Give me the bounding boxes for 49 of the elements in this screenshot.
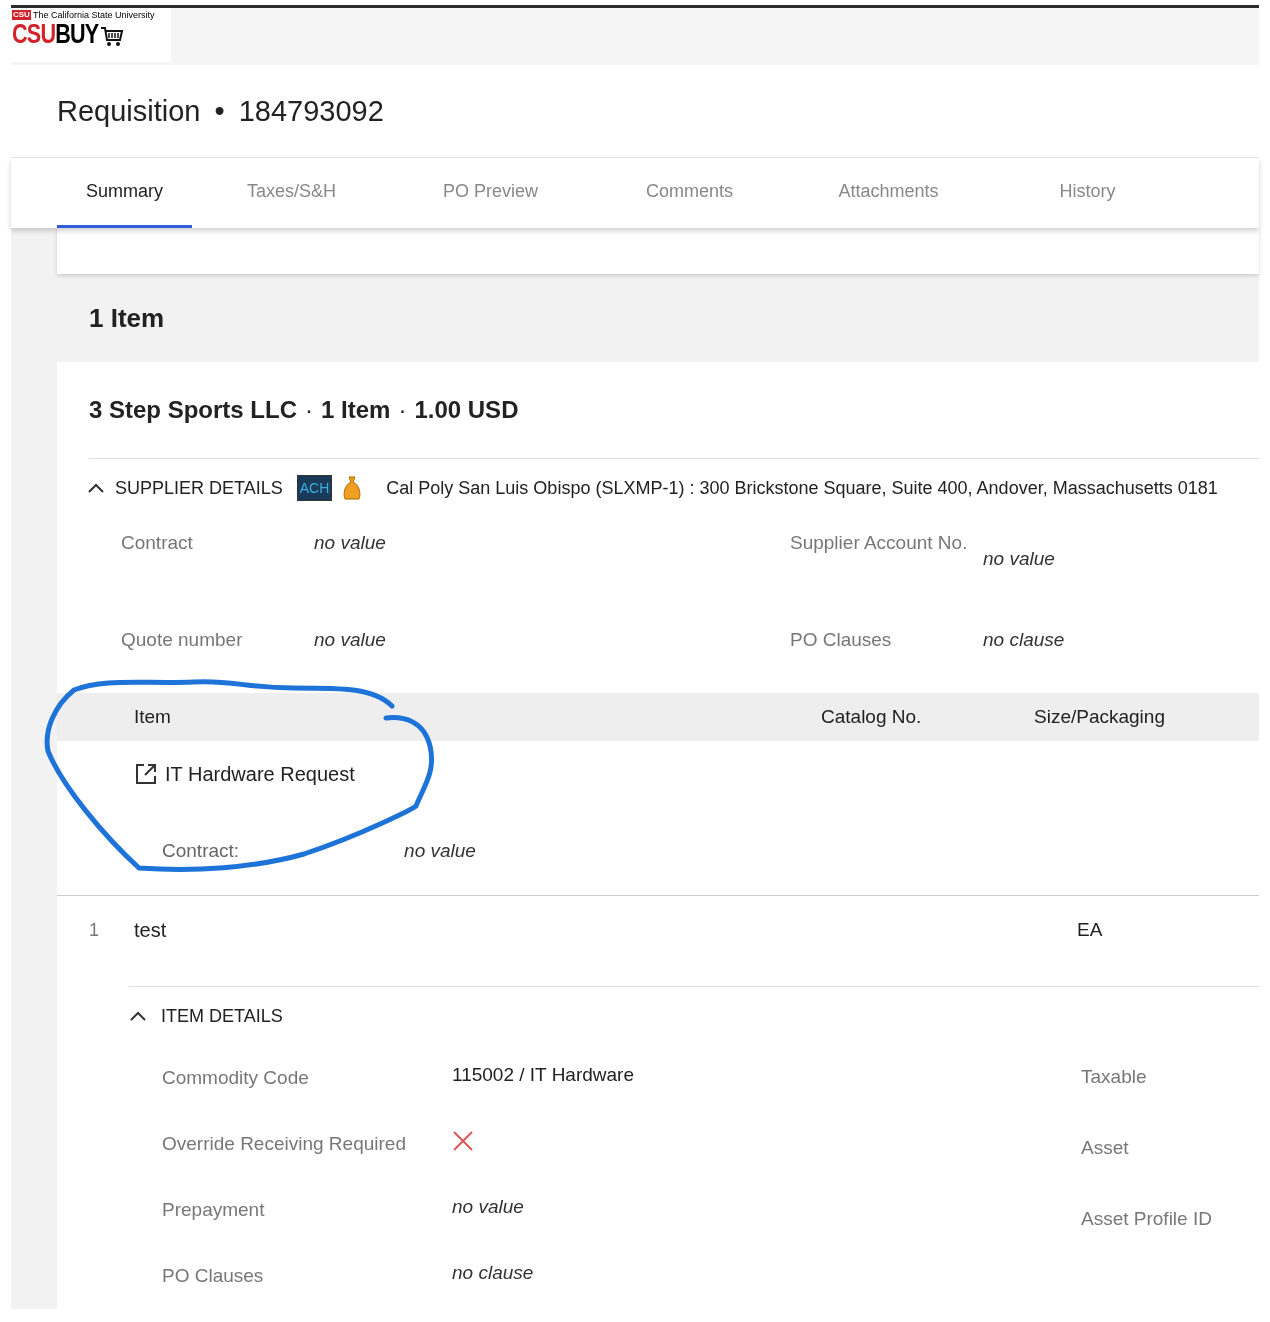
field-label: Asset Profile ID xyxy=(1081,1207,1212,1231)
field-label: Contract xyxy=(121,531,194,555)
shopping-cart-icon xyxy=(100,25,125,48)
money-bag-icon xyxy=(342,475,363,501)
csubuy-logo[interactable]: CSU The California State University CSUBUY xyxy=(11,7,171,62)
field-label: Taxable xyxy=(1081,1065,1147,1089)
line-number: 1 xyxy=(89,918,100,942)
field-label: Prepayment xyxy=(162,1197,266,1222)
field-value: no value xyxy=(314,532,386,553)
requisition-title: Requisition • 184793092 xyxy=(57,93,384,129)
item-group-title[interactable]: IT Hardware Request xyxy=(165,759,355,789)
field-label: Override Receiving Required xyxy=(162,1131,407,1156)
supplier-title: 3 Step Sports LLC · 1 Item · 1.00 USD xyxy=(89,395,519,425)
field-label: Contract: xyxy=(162,838,240,863)
logo-tagline: The California State University xyxy=(32,9,155,21)
item-details-toggle[interactable]: ITEM DETAILS xyxy=(161,1002,283,1030)
tab[interactable]: Attachments xyxy=(789,158,988,229)
column-header: Item xyxy=(134,704,172,729)
chevron-up-icon[interactable] xyxy=(129,1010,147,1022)
field-value: no value xyxy=(452,1196,524,1217)
column-header: Size/Packaging xyxy=(1034,704,1165,729)
payment-method-badge: ACH xyxy=(296,475,333,501)
field-label: Asset xyxy=(1081,1136,1129,1160)
logo-wordmark: CSUBUY xyxy=(12,20,99,48)
supplier-address: Cal Poly San Luis Obispo (SLXMP-1) : 300 Brickstone Square, Suite 400, Andover, Massachusetts 0181 xyxy=(386,476,1218,500)
field-label: Quote number xyxy=(121,628,244,652)
column-header: Catalog No. xyxy=(821,704,923,729)
tab[interactable]: Taxes/S&H xyxy=(192,158,391,229)
unit-of-measure: EA xyxy=(1077,917,1103,942)
tab[interactable]: PO Preview xyxy=(391,158,590,229)
supplier-details-toggle[interactable]: SUPPLIER DETAILS xyxy=(115,474,283,502)
field-value: no clause xyxy=(983,629,1065,650)
field-label: Supplier Account No. xyxy=(790,531,969,555)
cross-icon xyxy=(452,1130,474,1152)
chevron-up-icon[interactable] xyxy=(87,482,105,494)
field-value: no value xyxy=(404,838,476,863)
logo-badge: CSU xyxy=(12,10,31,21)
field-label: PO Clauses xyxy=(790,628,893,652)
field-label: Commodity Code xyxy=(162,1065,310,1090)
field-value: no clause xyxy=(452,1262,534,1283)
field-value: 115002 / IT Hardware xyxy=(452,1064,634,1085)
tab[interactable]: Comments xyxy=(590,158,789,229)
section-title: 1 Item xyxy=(89,301,165,335)
line-description: test xyxy=(134,918,168,943)
field-label: PO Clauses xyxy=(162,1263,265,1288)
field-value: no value xyxy=(983,548,1055,569)
field-value: no value xyxy=(314,629,386,650)
tab[interactable]: History xyxy=(988,158,1187,229)
external-link-icon[interactable] xyxy=(135,763,157,785)
